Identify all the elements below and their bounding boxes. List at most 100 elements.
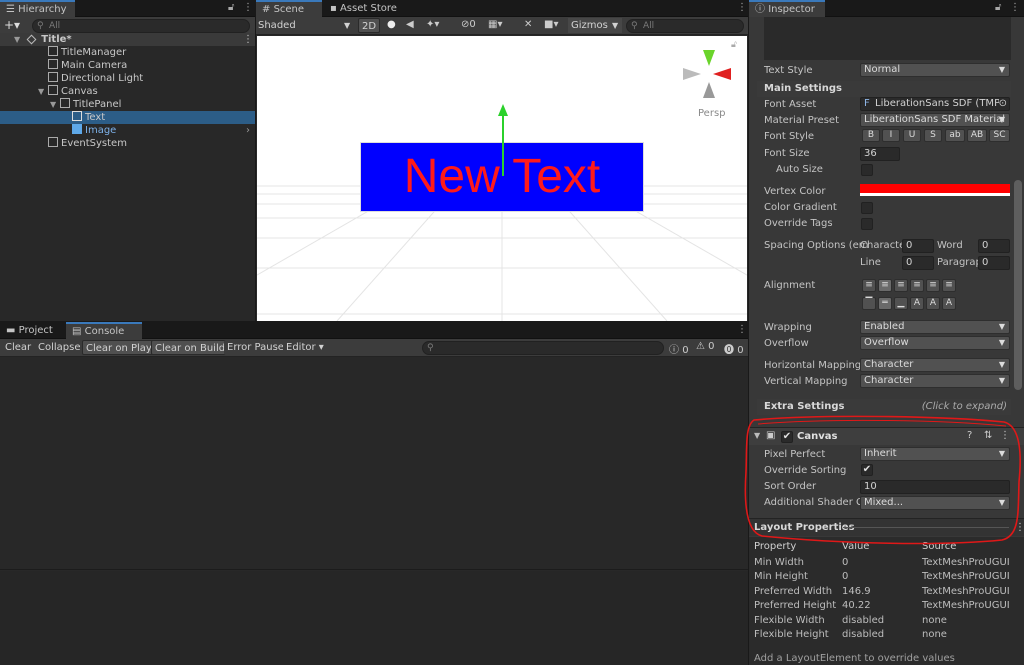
font-size-field[interactable]: 36 (860, 147, 900, 161)
shading-dropdown[interactable]: Shaded ▼ (258, 18, 354, 33)
clear-on-play-button[interactable]: Clear on Play (82, 340, 156, 355)
lowercase-button[interactable]: ab (945, 129, 965, 142)
tools-icon[interactable]: ✕ (524, 19, 532, 30)
align-geometry-icon[interactable]: ≡ (942, 279, 956, 292)
scene-search-input[interactable]: ⚲ All (626, 19, 744, 33)
add-object-button[interactable]: +▾ (4, 17, 20, 34)
camera-icon[interactable]: ■▾ (544, 19, 558, 30)
font-asset-field[interactable]: F LiberationSans SDF (TMP_ ⊙ (860, 97, 1010, 111)
bold-button[interactable]: B (862, 129, 880, 142)
effects-icon[interactable]: ✦▾ (426, 19, 439, 30)
warning-count-toggle[interactable]: ⚠ 0 (696, 341, 715, 352)
override-tags-checkbox[interactable] (861, 218, 873, 230)
clear-on-build-button[interactable]: Clear on Build (151, 340, 230, 355)
align-midline-icon[interactable]: A (926, 297, 940, 310)
menu-icon[interactable]: ⋮ (243, 2, 253, 13)
hierarchy-item-image[interactable]: Image › (0, 124, 255, 137)
error-count-toggle[interactable]: ⓿ 0 (724, 341, 744, 356)
scene-viewport[interactable]: New Text Persp 🔓︎ (257, 36, 747, 321)
line-spacing-field[interactable]: 0 (902, 256, 934, 270)
inspector-scrollbar[interactable] (1014, 180, 1022, 390)
menu-icon[interactable]: ⋮ (737, 324, 747, 335)
hierarchy-search-input[interactable]: ⚲ All (32, 19, 250, 33)
overflow-dropdown[interactable]: Overflow ▼ (860, 336, 1010, 350)
word-spacing-field[interactable]: 0 (978, 239, 1010, 253)
lock-icon[interactable]: 🔓︎ (228, 2, 234, 13)
align-baseline-icon[interactable]: A (910, 297, 924, 310)
align-top-icon[interactable]: ▔ (862, 297, 876, 310)
scene-row-title[interactable]: ▼ Title* ⋮ (0, 33, 255, 46)
lock-icon[interactable]: 🔓︎ (995, 2, 1001, 13)
align-capline-icon[interactable]: A (942, 297, 956, 310)
override-sorting-checkbox[interactable]: ✔ (861, 464, 873, 476)
preset-icon[interactable]: ⇅ (984, 430, 992, 441)
character-spacing-field[interactable]: 0 (902, 239, 934, 253)
object-picker-icon[interactable]: ⊙ (998, 98, 1007, 110)
menu-icon[interactable]: ⋮ (1015, 522, 1024, 533)
additional-shader-dropdown[interactable]: Mixed... ▼ (860, 496, 1010, 510)
editor-dropdown[interactable]: Editor ▾ (283, 340, 327, 355)
color-gradient-checkbox[interactable] (861, 202, 873, 214)
hidden-objects-icon[interactable]: ⊘0 (461, 19, 476, 30)
auto-size-checkbox[interactable] (861, 164, 873, 176)
hierarchy-item-main-camera[interactable]: Main Camera (0, 59, 255, 72)
underline-button[interactable]: U (903, 129, 921, 142)
tab-asset-store[interactable]: ▪ Asset Store (324, 0, 404, 17)
audio-icon[interactable]: ◀ (406, 19, 414, 30)
lighting-icon[interactable]: ● (387, 19, 396, 30)
canvas-enabled-checkbox[interactable]: ✔ (781, 431, 793, 443)
align-flush-icon[interactable]: ≡ (926, 279, 940, 292)
console-search-input[interactable]: ⚲ (422, 341, 664, 355)
align-right-icon[interactable]: ≡ (894, 279, 908, 292)
smallcaps-button[interactable]: SC (989, 129, 1010, 142)
log-count-toggle[interactable]: ⓘ 0 (669, 341, 689, 356)
vertex-color-swatch[interactable] (860, 184, 1010, 196)
lock-icon[interactable]: 🔓︎ (731, 40, 737, 50)
error-pause-button[interactable]: Error Pause (224, 340, 287, 355)
grid-toggle-icon[interactable]: ▦▾ (488, 19, 502, 30)
align-left-icon[interactable]: ≡ (862, 279, 876, 292)
chevron-right-icon[interactable]: › (246, 124, 250, 137)
layout-properties-header[interactable]: Layout Properties ⋮ (749, 518, 1024, 536)
vertical-mapping-dropdown[interactable]: Character ▼ (860, 374, 1010, 388)
extra-settings-header[interactable]: Extra Settings (Click to expand) (757, 399, 1011, 415)
tab-hierarchy[interactable]: ☰ Hierarchy (0, 0, 75, 17)
clear-button[interactable]: Clear (2, 340, 35, 355)
text-input-box[interactable] (764, 17, 1011, 60)
hierarchy-item-titlepanel[interactable]: ▼ TitlePanel (0, 98, 255, 111)
collapse-button[interactable]: Collapse (35, 340, 84, 355)
menu-icon[interactable]: ⋮ (243, 33, 253, 46)
hierarchy-item-eventsystem[interactable]: EventSystem (0, 137, 255, 150)
hierarchy-item-directional-light[interactable]: Directional Light (0, 72, 255, 85)
align-center-icon[interactable]: ≡ (878, 279, 892, 292)
italic-button[interactable]: I (882, 129, 900, 142)
hierarchy-item-canvas[interactable]: ▼ Canvas (0, 85, 255, 98)
strikethrough-button[interactable]: S (924, 129, 942, 142)
console-detail-area[interactable] (0, 571, 748, 665)
canvas-component-header[interactable]: ▼ ▣ ✔ Canvas ? ⇅ ⋮ (749, 427, 1024, 445)
scene-gizmo[interactable] (681, 50, 733, 100)
uppercase-button[interactable]: AB (967, 129, 987, 142)
align-middle-icon[interactable]: ═ (878, 297, 892, 310)
console-log-area[interactable] (0, 358, 748, 570)
2d-toggle[interactable]: 2D (358, 18, 381, 33)
move-handle-up[interactable] (498, 104, 508, 116)
gizmos-dropdown[interactable]: Gizmos ▼ (568, 18, 622, 33)
tab-scene[interactable]: # Scene (256, 0, 322, 17)
tab-inspector[interactable]: ⓘ Inspector (749, 0, 825, 17)
help-icon[interactable]: ? (967, 430, 972, 441)
pixel-perfect-dropdown[interactable]: Inherit ▼ (860, 447, 1010, 461)
wrapping-dropdown[interactable]: Enabled ▼ (860, 320, 1010, 334)
hierarchy-item-text[interactable]: Text (0, 111, 255, 124)
sort-order-field[interactable]: 10 (860, 480, 1010, 494)
material-preset-dropdown[interactable]: LiberationSans SDF Material ▼ (860, 113, 1010, 127)
tab-console[interactable]: ▤ Console (66, 322, 142, 339)
paragraph-spacing-field[interactable]: 0 (978, 256, 1010, 270)
menu-icon[interactable]: ⋮ (1000, 430, 1010, 441)
hierarchy-item-titlemanager[interactable]: TitleManager (0, 46, 255, 59)
persp-label[interactable]: Persp (698, 108, 726, 119)
menu-icon[interactable]: ⋮ (1010, 2, 1020, 13)
align-justified-icon[interactable]: ≡ (910, 279, 924, 292)
chevron-down-icon[interactable]: ▼ (754, 431, 760, 440)
text-style-dropdown[interactable]: Normal ▼ (860, 63, 1010, 77)
